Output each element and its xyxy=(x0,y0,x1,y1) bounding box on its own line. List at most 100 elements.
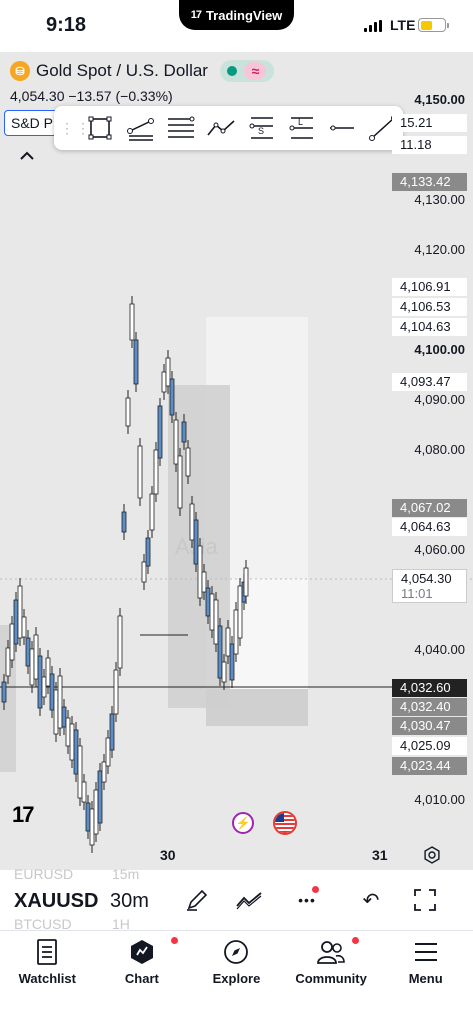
watchlist-icon xyxy=(32,937,62,967)
alert-dot xyxy=(312,886,319,893)
menu-icon xyxy=(411,937,441,967)
price-tag: 4,133.42 xyxy=(392,173,467,191)
tradingview-pill-label: TradingView xyxy=(205,7,283,23)
candle-body xyxy=(189,503,195,541)
candle-body xyxy=(97,770,103,824)
fib-retracement-tool-icon[interactable] xyxy=(161,110,201,146)
y-axis-label: 4,120.00 xyxy=(414,242,465,257)
candle-body xyxy=(61,706,67,728)
candle-body xyxy=(109,713,115,751)
interval-selector[interactable]: 30m xyxy=(110,890,149,913)
path-tool-icon[interactable] xyxy=(201,110,241,146)
candle-body xyxy=(73,729,79,775)
pen-icon[interactable] xyxy=(182,886,212,914)
x-axis-label: 30 xyxy=(160,847,176,863)
symbol-selector[interactable]: XAUUSD xyxy=(14,890,98,913)
candle-body xyxy=(41,676,47,698)
candle-body xyxy=(85,802,91,832)
candle-body xyxy=(65,717,71,747)
nav-watchlist[interactable]: Watchlist xyxy=(0,931,95,1024)
short-position-tool-icon[interactable]: S xyxy=(242,110,282,146)
nav-chart[interactable]: Chart xyxy=(95,931,190,1024)
rectangle-tool-icon[interactable] xyxy=(80,110,120,146)
signal-icon xyxy=(364,20,382,32)
candle-body xyxy=(21,616,27,638)
indicators-icon[interactable] xyxy=(234,886,264,914)
candle-body xyxy=(25,637,31,667)
undo-icon[interactable]: ↶ xyxy=(356,886,386,914)
candle-body xyxy=(217,625,223,679)
candle-body xyxy=(137,445,143,499)
candle-body xyxy=(129,303,135,341)
y-axis-label: 4,130.00 xyxy=(414,192,465,207)
candle-body xyxy=(69,723,75,761)
candle-body xyxy=(37,655,43,709)
nav-menu[interactable]: Menu xyxy=(378,931,473,1024)
lightning-icon[interactable]: ⚡ xyxy=(232,812,254,834)
candle-body xyxy=(185,447,191,477)
tradingview-pill: 17 TradingView xyxy=(179,0,294,30)
candle-body xyxy=(197,545,203,599)
price-change-line: 4,054.30 −13.57 (−0.33%) xyxy=(10,88,173,104)
candle-body xyxy=(49,673,55,711)
long-position-tool-icon[interactable]: L xyxy=(282,110,322,146)
price-tag: 4,067.02 xyxy=(392,499,467,517)
candle-body xyxy=(221,661,227,683)
candle-body xyxy=(181,421,187,443)
candle-body xyxy=(81,781,87,803)
nav-label: Explore xyxy=(212,971,261,986)
candle-body xyxy=(157,405,163,459)
drag-handle-icon[interactable]: ⋮⋮ xyxy=(60,121,90,135)
candle-body xyxy=(165,357,171,387)
price-tag: 4,030.47 xyxy=(392,717,467,735)
compass-icon xyxy=(221,937,251,967)
gold-coin-icon: ⛁ xyxy=(10,61,30,81)
candle-body xyxy=(169,378,175,416)
candle-body xyxy=(237,585,243,639)
trend-angle-tool-icon[interactable] xyxy=(120,110,160,146)
us-flag-icon[interactable] xyxy=(273,811,297,835)
candle-body xyxy=(201,571,207,593)
price-tag: 4,032.40 xyxy=(392,698,467,716)
candle-body xyxy=(177,455,183,509)
nav-explore[interactable]: Explore xyxy=(189,931,284,1024)
collapse-chevron-icon[interactable] xyxy=(20,148,34,166)
chart-area[interactable]: Asia ⛁ Gold Spot / U.S. Dollar ≈ 4,054.3… xyxy=(0,52,473,870)
candle-body xyxy=(209,593,215,631)
candle-body xyxy=(145,537,151,567)
candle-body xyxy=(89,808,95,846)
nav-community[interactable]: Community xyxy=(284,931,379,1024)
candle-body xyxy=(117,615,123,669)
symbol-header[interactable]: ⛁ Gold Spot / U.S. Dollar ≈ xyxy=(10,60,274,82)
symbol-title[interactable]: Gold Spot / U.S. Dollar xyxy=(36,61,208,81)
bottom-nav: Watchlist Chart Explore Community Menu xyxy=(0,930,473,1024)
candle-body xyxy=(29,648,35,686)
market-status-toggle[interactable]: ≈ xyxy=(219,60,274,82)
candle-body xyxy=(101,761,107,783)
candle-body xyxy=(161,371,167,393)
fullscreen-icon[interactable] xyxy=(410,886,440,914)
price-tag: 4,064.63 xyxy=(392,518,467,536)
ghost-prev-symbol: EURUSD xyxy=(14,866,74,882)
settings-icon[interactable] xyxy=(423,846,441,864)
y-axis-label: 4,090.00 xyxy=(414,392,465,407)
nav-label: Menu xyxy=(408,971,443,986)
candle-body xyxy=(105,737,111,767)
tradingview-watermark-icon: 17 xyxy=(12,802,35,827)
candle-body xyxy=(13,599,19,645)
y-axis-label: 4,080.00 xyxy=(414,442,465,457)
price-tag: 4,032.60 xyxy=(392,679,467,697)
price-tag: 4,106.53 xyxy=(392,298,467,316)
candle-body xyxy=(193,519,199,565)
price-tag: 4,025.09 xyxy=(392,737,467,755)
ghost-prev-interval: 15m xyxy=(112,866,140,882)
candle-body xyxy=(125,397,131,427)
candle-body xyxy=(233,609,239,655)
horizontal-ray-tool-icon[interactable] xyxy=(322,110,362,146)
price-tag: 11.18 xyxy=(392,136,467,154)
candle-body xyxy=(17,585,23,639)
nav-label: Community xyxy=(295,971,367,986)
candle-body xyxy=(213,599,219,645)
svg-text:S: S xyxy=(258,126,264,136)
candle-body xyxy=(149,493,155,531)
